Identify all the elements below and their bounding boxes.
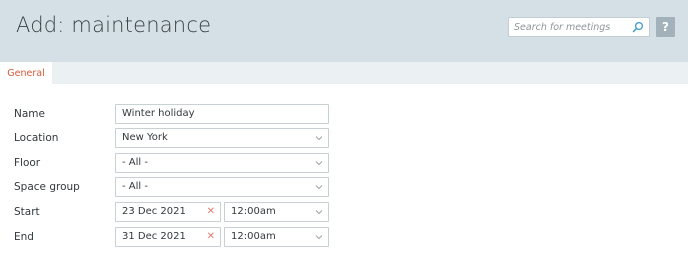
form-row-name: Name Winter holiday — [0, 104, 688, 126]
chevron-down-icon — [315, 136, 323, 141]
start-time-select[interactable]: 12:00am — [224, 202, 329, 222]
search-icon[interactable] — [632, 21, 644, 33]
start-time-value: 12:00am — [231, 206, 276, 217]
location-value: New York — [122, 132, 168, 143]
floor-label: Floor — [14, 157, 41, 169]
end-date-field[interactable]: 31 Dec 2021 ✕ — [115, 227, 221, 247]
chevron-down-icon — [315, 185, 323, 190]
name-field[interactable]: Winter holiday — [115, 104, 329, 124]
end-label: End — [14, 231, 34, 243]
start-date-field[interactable]: 23 Dec 2021 ✕ — [115, 202, 221, 222]
chevron-down-icon — [315, 210, 323, 215]
start-label: Start — [14, 206, 40, 218]
clear-icon[interactable]: ✕ — [207, 232, 215, 242]
form-row-end: End 31 Dec 2021 ✕ 12:00am — [0, 227, 688, 249]
chevron-down-icon — [315, 161, 323, 166]
page-header: Add: maintenance ? — [0, 0, 688, 62]
tab-bar: General — [0, 62, 688, 85]
form-row-location: Location New York — [0, 128, 688, 150]
space-group-value: - All - — [122, 181, 148, 192]
end-date-value: 31 Dec 2021 — [122, 231, 186, 242]
form-row-start: Start 23 Dec 2021 ✕ 12:00am — [0, 202, 688, 224]
name-value: Winter holiday — [122, 108, 195, 119]
space-group-label: Space group — [14, 181, 80, 193]
clear-icon[interactable]: ✕ — [207, 207, 215, 217]
search-box[interactable] — [508, 17, 650, 37]
floor-value: - All - — [122, 157, 148, 168]
form-row-floor: Floor - All - — [0, 153, 688, 175]
location-select[interactable]: New York — [115, 128, 329, 148]
help-button[interactable]: ? — [656, 17, 675, 37]
page-title: Add: maintenance — [16, 13, 212, 37]
end-time-value: 12:00am — [231, 231, 276, 242]
space-group-select[interactable]: - All - — [115, 177, 329, 197]
form-row-space-group: Space group - All - — [0, 177, 688, 199]
location-label: Location — [14, 132, 59, 144]
end-time-select[interactable]: 12:00am — [224, 227, 329, 247]
chevron-down-icon — [315, 235, 323, 240]
tab-general[interactable]: General — [0, 62, 52, 85]
floor-select[interactable]: - All - — [115, 153, 329, 173]
name-label: Name — [14, 108, 45, 120]
search-input[interactable] — [514, 20, 634, 35]
start-date-value: 23 Dec 2021 — [122, 206, 186, 217]
